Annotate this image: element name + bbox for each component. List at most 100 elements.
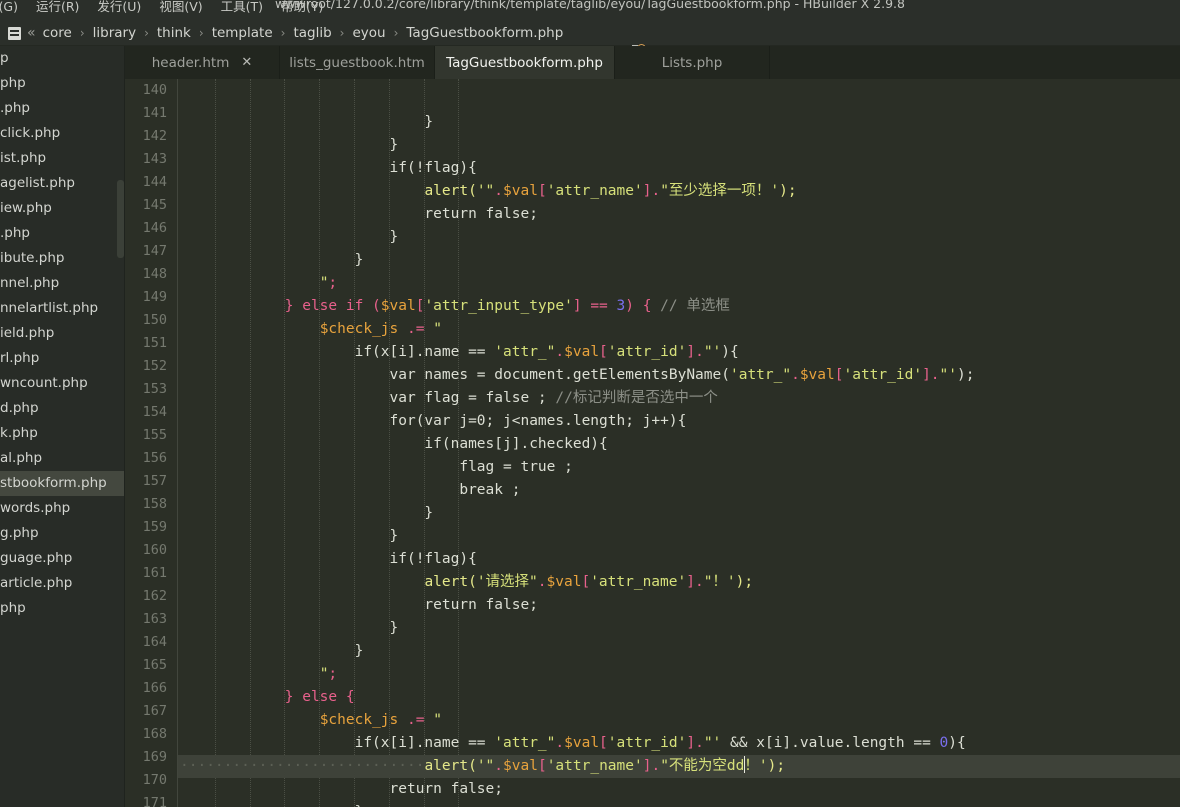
code-token: 'attr_" (494, 344, 556, 360)
file-tree-item[interactable]: rl.php (0, 346, 125, 371)
code-token: } (180, 505, 434, 521)
file-tree-item[interactable]: click.php (0, 121, 125, 146)
code-line[interactable]: ····························alert('".$va… (178, 755, 1180, 778)
breadcrumb-item-template[interactable]: template (212, 25, 273, 41)
code-token: == (581, 298, 617, 314)
code-line[interactable]: } (178, 226, 1180, 249)
code-token: var names = document.getElementsByName( (180, 367, 730, 383)
code-line[interactable]: if(x[i].name == 'attr_".$val['attr_id'].… (178, 341, 1180, 364)
file-tree-item[interactable]: agelist.php (0, 171, 125, 196)
code-line[interactable]: } (178, 525, 1180, 548)
code-token: . (537, 574, 547, 590)
code-content[interactable]: } } if(!flag){ alert('".$val['attr_name'… (178, 79, 1180, 807)
file-tree-item[interactable]: k.php (0, 421, 125, 446)
code-line[interactable]: flag = true ; (178, 456, 1180, 479)
file-tree-item[interactable]: p (0, 46, 125, 71)
collapse-chevrons-icon[interactable]: « (27, 25, 36, 41)
file-tree-item[interactable]: wncount.php (0, 371, 125, 396)
code-token: $val (564, 735, 600, 751)
code-line[interactable]: if(names[j].checked){ (178, 433, 1180, 456)
breadcrumb[interactable]: « core › library › think › template › taglib › eyo… (8, 19, 563, 46)
code-line[interactable]: if(x[i].name == 'attr_".$val['attr_id'].… (178, 732, 1180, 755)
file-tree[interactable]: p php .php click.php ist.php agelist.php iew.p… (0, 46, 125, 621)
file-tree-item[interactable]: words.php (0, 496, 125, 521)
editor-tab[interactable]: lists_guestbook.htm (280, 46, 435, 79)
code-token: if(!flag){ (180, 160, 477, 176)
file-tree-item[interactable]: nnelartlist.php (0, 296, 125, 321)
editor-tab[interactable]: TagGuestbookform.php (435, 46, 615, 79)
code-token: 'attr_id' (843, 367, 923, 383)
code-token: $val (503, 758, 538, 774)
file-tree-item[interactable]: ist.php (0, 146, 125, 171)
file-tree-item[interactable]: iew.php (0, 196, 125, 221)
code-token: [ (599, 344, 608, 360)
code-line[interactable]: } else { (178, 686, 1180, 709)
code-line[interactable]: } (178, 502, 1180, 525)
code-line[interactable]: "; (178, 663, 1180, 686)
file-tree-item[interactable]: d.php (0, 396, 125, 421)
file-tree-item[interactable]: article.php (0, 571, 125, 596)
code-line[interactable]: $check_js .= " (178, 318, 1180, 341)
breadcrumb-item-core[interactable]: core (43, 25, 72, 41)
breadcrumb-item-eyou[interactable]: eyou (352, 25, 385, 41)
code-line[interactable]: return false; (178, 594, 1180, 617)
line-number: 171 (142, 795, 167, 807)
file-tree-item[interactable]: .php (0, 221, 125, 246)
file-tree-item[interactable]: stbookform.php (0, 471, 125, 496)
file-tree-item[interactable]: nnel.php (0, 271, 125, 296)
code-line[interactable]: if(!flag){ (178, 548, 1180, 571)
breadcrumb-item-think[interactable]: think (157, 25, 191, 41)
code-line[interactable]: } (178, 801, 1180, 807)
line-number: 148 (142, 266, 167, 282)
line-number: 154 (142, 404, 167, 420)
editor-tabbar[interactable]: header.htm ✕ lists_guestbook.htm TagGuestbo… (125, 46, 1180, 79)
file-tree-item[interactable]: .php (0, 96, 125, 121)
code-line[interactable]: "; (178, 272, 1180, 295)
tab-label: header.htm (151, 54, 230, 71)
breadcrumb-item-TagGuestbookform-php[interactable]: TagGuestbookform.php (406, 25, 563, 41)
editor-tab[interactable]: header.htm ✕ (125, 46, 280, 79)
code-line[interactable]: var flag = false ; //标记判断是否选中一个 (178, 387, 1180, 410)
code-line[interactable]: break ; (178, 479, 1180, 502)
code-line[interactable]: alert('".$val['attr_name']."至少选择一项！'); (178, 180, 1180, 203)
file-tree-item[interactable]: ibute.php (0, 246, 125, 271)
breadcrumb-separator-icon: › (79, 25, 85, 40)
code-token: ); (779, 183, 797, 199)
file-tree-item[interactable]: php (0, 71, 125, 96)
code-editor[interactable]: 140 141 142 143 144 145 146 147 148 149 150 151 152 1… (125, 79, 1180, 807)
tab-label: lists_guestbook.htm (289, 54, 425, 71)
file-tree-item[interactable]: g.php (0, 521, 125, 546)
code-lines[interactable]: } } if(!flag){ alert('".$val['attr_name'… (178, 111, 1180, 807)
file-tree-item[interactable]: ield.php (0, 321, 125, 346)
code-line[interactable]: $check_js .= " (178, 709, 1180, 732)
code-line[interactable]: } (178, 249, 1180, 272)
code-line[interactable]: alert('请选择".$val['attr_name']."！'); (178, 571, 1180, 594)
breadcrumb-item-library[interactable]: library (93, 25, 136, 41)
window-menubar: 转(G)运行(R)发行(U)视图(V)工具(T)帮助(Y) wwwroot/12… (0, 0, 1180, 19)
editor-tab[interactable]: Lists.php (615, 46, 770, 79)
file-tree-item[interactable]: al.php (0, 446, 125, 471)
code-line[interactable]: } (178, 134, 1180, 157)
code-token: [ (581, 574, 591, 590)
code-line[interactable]: for(var j=0; j<names.length; j++){ (178, 410, 1180, 433)
breadcrumb-item-taglib[interactable]: taglib (293, 25, 331, 41)
code-line[interactable]: return false; (178, 203, 1180, 226)
file-tree-item[interactable]: guage.php (0, 546, 125, 571)
code-line[interactable]: if(!flag){ (178, 157, 1180, 180)
sidebar-vertical-scrollbar[interactable] (117, 180, 124, 258)
code-line[interactable]: } else if ($val['attr_input_type'] == 3)… (178, 295, 1180, 318)
code-token: if(names[j].checked){ (180, 436, 608, 452)
close-icon[interactable]: ✕ (241, 55, 252, 70)
code-token: $val (503, 183, 538, 199)
file-tree-item[interactable]: php (0, 596, 125, 621)
code-line[interactable]: } (178, 640, 1180, 663)
line-number: 144 (142, 174, 167, 190)
code-line[interactable]: } (178, 111, 1180, 134)
code-line[interactable]: var names = document.getElementsByName( '… (178, 364, 1180, 387)
code-line[interactable]: } (178, 617, 1180, 640)
code-token: if(x[i].name == (180, 735, 495, 751)
code-line[interactable]: return false; (178, 778, 1180, 801)
line-number: 151 (142, 335, 167, 351)
file-explorer-panel[interactable]: p php .php click.php ist.php agelist.php iew.p… (0, 46, 125, 807)
